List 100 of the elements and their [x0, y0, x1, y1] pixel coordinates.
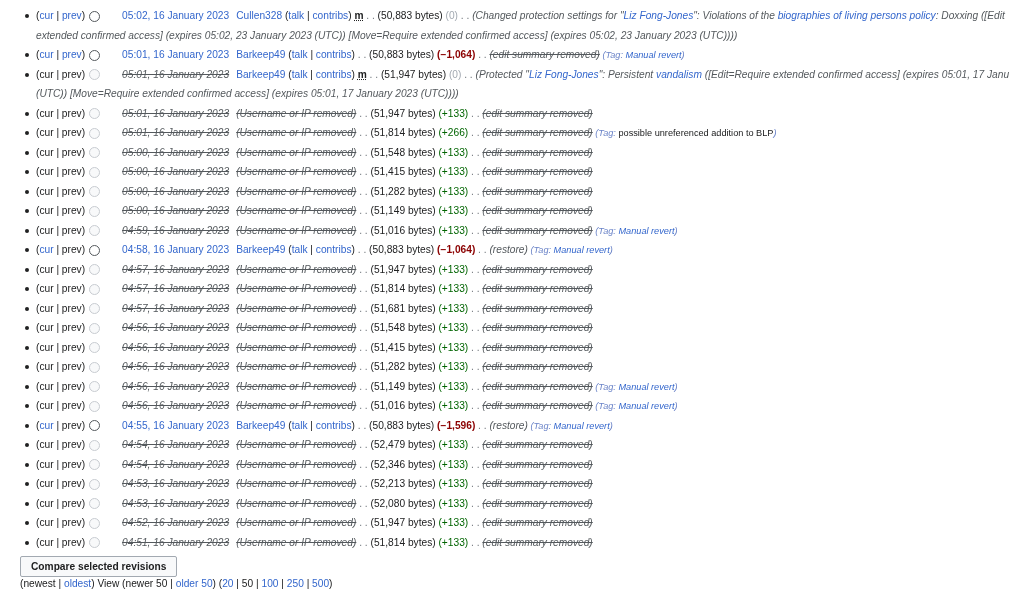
deleted-revision-date: 05:01, 16 January 2023 [122, 68, 230, 80]
tag-link[interactable]: Manual revert [618, 401, 675, 411]
deleted-revision-date: 04:57, 16 January 2023 [122, 263, 230, 275]
link[interactable]: older 50 [175, 578, 213, 589]
deleted-revision-date: 05:00, 16 January 2023 [122, 185, 230, 197]
separator-dots: . . [358, 322, 369, 333]
user-link[interactable]: Cullen328 [236, 10, 283, 21]
separator-dots: . . [470, 322, 481, 333]
size-change: (+133) [438, 283, 469, 294]
inline-text: ) View (newer 50 | [91, 578, 174, 589]
deleted-revision-date: 05:00, 16 January 2023 [122, 146, 230, 158]
separator-dots: . . [358, 185, 369, 197]
size-change: (−1,596) [437, 419, 476, 431]
inline-text: | prev) [55, 244, 86, 255]
link[interactable]: cur [39, 10, 54, 21]
edit-summary: (restore) [489, 244, 528, 255]
user-link[interactable]: Barkeep49 [236, 49, 286, 60]
separator-dots: . . [358, 536, 369, 548]
link[interactable]: 250 [286, 578, 304, 589]
radio-button[interactable] [89, 10, 101, 22]
tag-link[interactable]: Manual revert [625, 50, 682, 60]
separator-dots: . . [358, 224, 369, 236]
summary-link[interactable]: biographies of living persons policy [777, 10, 936, 21]
separator-dots: . . [358, 400, 369, 411]
tag-label: (Tag: [594, 401, 617, 411]
bullet-icon [25, 462, 29, 467]
summary-link[interactable]: vandalism [656, 68, 702, 80]
user-link[interactable]: Barkeep49 [236, 244, 286, 255]
link[interactable]: contribs [315, 49, 352, 60]
link[interactable]: prev [61, 49, 82, 60]
link[interactable]: 100 [261, 578, 279, 589]
inline-text: (cur | prev) [36, 302, 86, 314]
inline-text: (cur | prev) [36, 68, 86, 80]
deleted-edit-summary: (edit summary removed) [482, 517, 593, 528]
bullet-icon [25, 248, 29, 252]
link[interactable]: contribs [315, 244, 352, 255]
link[interactable]: cur [39, 244, 54, 255]
compare-revisions-button[interactable]: Compare selected revisions [20, 556, 178, 577]
revision-date-link[interactable]: 04:58, 16 January 2023 [122, 244, 230, 255]
bullet-icon [25, 72, 29, 77]
inline-text: | [309, 68, 314, 80]
inline-text: (51,149 bytes) [370, 205, 437, 216]
inline-text: (51,149 bytes) [370, 380, 437, 392]
tag-link[interactable]: Manual revert [553, 420, 610, 431]
deleted-revision-date: 05:01, 16 January 2023 [122, 107, 230, 119]
radio-button[interactable] [89, 49, 101, 61]
separator-dots: . . [365, 10, 376, 21]
separator-dots: . . [368, 68, 380, 80]
inline-text: (cur | prev) [36, 458, 86, 470]
deleted-revision-date: 04:56, 16 January 2023 [122, 322, 230, 333]
separator-dots: . . [477, 419, 488, 431]
tag-label: ) [681, 50, 685, 60]
tag-link[interactable]: Manual revert [618, 381, 675, 392]
separator-dots: . . [470, 400, 481, 411]
link[interactable]: cur [39, 419, 54, 431]
link[interactable]: talk [288, 10, 305, 21]
revision-date-link[interactable]: 04:55, 16 January 2023 [122, 419, 230, 431]
tag-label: (Tag: [594, 128, 617, 138]
separator-dots: . . [470, 205, 481, 216]
radio-button[interactable] [89, 244, 101, 256]
size-change: (+133) [438, 497, 469, 509]
inline-text: (50,883 bytes) [369, 49, 436, 60]
inline-text: | [309, 244, 314, 255]
separator-dots: . . [470, 458, 481, 470]
separator-dots: . . [358, 439, 369, 450]
inline-text: ( [36, 49, 40, 60]
deleted-edit-summary: (edit summary removed) [482, 302, 593, 314]
link[interactable]: cur [39, 49, 54, 60]
tag-link[interactable]: Manual revert [618, 225, 675, 236]
size-change: (+133) [438, 166, 469, 177]
deleted-username: (Username or IP removed) [236, 400, 357, 411]
summary-link[interactable]: Liz Fong-Jones [528, 68, 599, 80]
link[interactable]: contribs [315, 419, 352, 431]
user-link[interactable]: Barkeep49 [236, 419, 286, 431]
size-change: (+266) [438, 127, 469, 138]
tag-label: ) [609, 245, 613, 255]
inline-text: ) ( [212, 578, 223, 589]
revision-date-link[interactable]: 05:02, 16 January 2023 [122, 10, 230, 21]
revision-date-link[interactable]: 05:01, 16 January 2023 [122, 49, 230, 60]
inline-text: (51,814 bytes) [370, 283, 437, 294]
link[interactable]: 20 [222, 578, 234, 589]
deleted-edit-summary: (edit summary removed) [489, 49, 600, 60]
tag-label: ) [674, 401, 678, 411]
inline-text: (cur | prev) [36, 146, 86, 158]
user-link[interactable]: Barkeep49 [236, 68, 286, 80]
separator-dots: . . [463, 68, 474, 80]
deleted-username: (Username or IP removed) [236, 283, 357, 294]
deleted-edit-summary: (edit summary removed) [482, 283, 593, 294]
link[interactable]: prev [61, 10, 82, 21]
inline-text: (51,415 bytes) [370, 166, 437, 177]
size-change: (+133) [438, 224, 469, 236]
inline-text: ) [351, 49, 355, 60]
link[interactable]: contribs [315, 68, 352, 80]
separator-dots: . . [470, 224, 481, 236]
tag-link[interactable]: Manual revert [553, 245, 610, 255]
separator-dots: . . [358, 127, 369, 138]
inline-text: (50,883 bytes) [369, 244, 436, 255]
inline-text: (cur | prev) [36, 536, 86, 548]
inline-text: | [55, 10, 61, 21]
radio-button[interactable] [89, 420, 101, 432]
